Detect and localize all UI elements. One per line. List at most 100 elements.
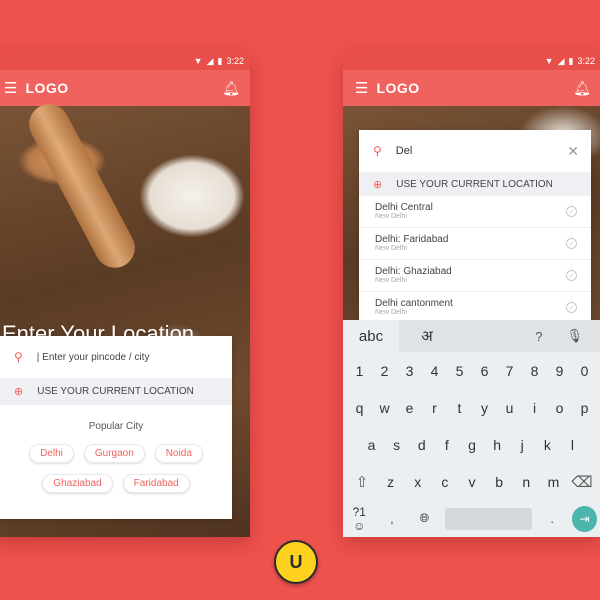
hamburger-icon[interactable]: ☰ <box>4 81 17 96</box>
city-chip-noida[interactable]: Noida <box>154 444 203 463</box>
suggestion-item[interactable]: Delhi: Faridabad New Delhi ✓ <box>359 228 591 260</box>
number-key[interactable]: 5 <box>449 363 471 379</box>
app-bar: ☰ LOGO 🔔︎ <box>0 70 250 106</box>
shift-key-icon[interactable]: ⇧ <box>347 473 377 491</box>
rolling-pin-graphic <box>22 97 142 275</box>
globe-icon[interactable]: 🌐︎ <box>412 511 437 526</box>
letter-key[interactable]: f <box>436 437 458 453</box>
app-bar: ☰ LOGO 🔔︎ <box>343 70 600 106</box>
popular-city-chips: Delhi Gurgaon Noida Ghaziabad Faridabad <box>0 444 232 493</box>
letter-key[interactable]: m <box>542 474 564 490</box>
number-key[interactable]: 2 <box>374 363 396 379</box>
letter-key[interactable]: c <box>434 474 456 490</box>
keyboard-row-bottom: ?1☺ , 🌐︎ . ⇥ <box>343 500 600 537</box>
letter-key[interactable]: e <box>399 400 421 416</box>
enter-key-icon[interactable]: ⇥ <box>572 505 597 532</box>
letter-key[interactable]: a <box>361 437 383 453</box>
status-time: 3:22 <box>226 56 244 66</box>
battery-icon: ▮ <box>568 55 574 66</box>
suggestion-sub: New Delhi <box>375 213 407 221</box>
space-bar[interactable] <box>444 507 532 530</box>
backspace-key-icon[interactable]: ⌫ <box>567 473 597 491</box>
keyboard-row-2: asdfghjkl <box>343 426 600 463</box>
suggestion-item[interactable]: Delhi Central New Delhi ✓ <box>359 196 591 228</box>
search-input[interactable]: ⚲ Del ✕ <box>359 130 591 172</box>
wifi-icon: ▼ <box>193 55 203 66</box>
letter-key[interactable]: l <box>561 437 583 453</box>
suggestion-sub: New Delhi <box>375 245 407 253</box>
suggestion-item[interactable]: Delhi: Ghaziabad New Delhi ✓ <box>359 260 591 292</box>
letter-key[interactable]: s <box>386 437 408 453</box>
signal-icon: ◢ <box>206 55 214 66</box>
popular-city-title: Popular City <box>88 421 144 432</box>
crosshair-icon: ⊕ <box>14 386 24 398</box>
location-input[interactable]: ⚲ | Enter your pincode / city <box>0 336 232 378</box>
bell-icon[interactable]: 🔔︎ <box>222 80 240 97</box>
letter-key[interactable]: j <box>511 437 533 453</box>
crosshair-icon: ⊕ <box>373 178 383 191</box>
app-logo[interactable]: LOGO <box>376 80 573 96</box>
use-current-location-button[interactable]: ⊕ USE YOUR CURRENT LOCATION <box>359 172 591 196</box>
letter-key[interactable]: t <box>449 400 471 416</box>
phone-location-screen: ▼ ◢ ▮ 3:22 ☰ LOGO 🔔︎ Enter Your Location… <box>0 52 250 537</box>
number-key[interactable]: 0 <box>574 363 596 379</box>
map-pin-icon: ⚲ <box>373 144 382 158</box>
letter-key[interactable]: q <box>349 400 371 416</box>
letter-key[interactable]: y <box>474 400 496 416</box>
city-chip-gurgaon[interactable]: Gurgaon <box>83 444 145 463</box>
soft-keyboard: abc अ ? 🎙︎ 1234567890 qwertyuiop asdfghj… <box>343 320 600 537</box>
letter-key[interactable]: x <box>407 474 429 490</box>
use-current-location-label: USE YOUR CURRENT LOCATION <box>37 386 194 397</box>
letter-key[interactable]: i <box>524 400 546 416</box>
city-chip-delhi[interactable]: Delhi <box>29 444 74 463</box>
hamburger-icon[interactable]: ☰ <box>355 81 368 96</box>
symbols-key[interactable]: ?1☺ <box>347 505 372 533</box>
number-key[interactable]: 6 <box>474 363 496 379</box>
check-circle-icon: ✓ <box>566 270 577 281</box>
letter-key[interactable]: d <box>411 437 433 453</box>
number-key[interactable]: 3 <box>399 363 421 379</box>
letter-key[interactable]: n <box>515 474 537 490</box>
number-key[interactable]: 9 <box>549 363 571 379</box>
number-key[interactable]: 1 <box>349 363 371 379</box>
letter-key[interactable]: o <box>549 400 571 416</box>
brand-badge-logo: U <box>274 540 318 584</box>
keyboard-tab-latin[interactable]: abc <box>343 320 399 352</box>
letter-key[interactable]: u <box>499 400 521 416</box>
suggestion-name: Delhi Central <box>375 201 433 213</box>
letter-key[interactable]: z <box>380 474 402 490</box>
microphone-icon[interactable]: 🎙︎ <box>566 328 583 344</box>
keyboard-row-1: qwertyuiop <box>343 389 600 426</box>
letter-key[interactable]: w <box>374 400 396 416</box>
check-circle-icon: ✓ <box>566 206 577 217</box>
bell-icon[interactable]: 🔔︎ <box>573 80 591 97</box>
letter-key[interactable]: v <box>461 474 483 490</box>
comma-key[interactable]: , <box>380 512 405 526</box>
battery-icon: ▮ <box>217 55 223 66</box>
period-key[interactable]: . <box>540 512 565 526</box>
letter-key[interactable]: b <box>488 474 510 490</box>
brand-badge-text: U <box>289 551 303 572</box>
help-icon[interactable]: ? <box>535 329 542 344</box>
keyboard-tab-hindi[interactable]: अ <box>399 320 455 352</box>
phone-search-screen: ▼ ◢ ▮ 3:22 ☰ LOGO 🔔︎ ⚲ Del ✕ ⊕ USE YOUR … <box>343 52 600 537</box>
letter-key[interactable]: g <box>461 437 483 453</box>
letter-key[interactable]: r <box>424 400 446 416</box>
number-key[interactable]: 4 <box>424 363 446 379</box>
city-chip-ghaziabad[interactable]: Ghaziabad <box>42 474 113 493</box>
letter-key[interactable]: p <box>574 400 596 416</box>
suggestion-name: Delhi cantonment <box>375 297 453 309</box>
letter-key[interactable]: h <box>486 437 508 453</box>
number-key[interactable]: 8 <box>524 363 546 379</box>
check-circle-icon: ✓ <box>566 302 577 313</box>
close-icon[interactable]: ✕ <box>567 143 579 160</box>
check-circle-icon: ✓ <box>566 238 577 249</box>
app-logo[interactable]: LOGO <box>25 80 222 96</box>
number-key[interactable]: 7 <box>499 363 521 379</box>
use-current-location-button[interactable]: ⊕ USE YOUR CURRENT LOCATION <box>0 378 232 405</box>
status-bar: ▼ ◢ ▮ 3:22 <box>0 52 250 70</box>
use-current-location-label: USE YOUR CURRENT LOCATION <box>396 178 553 190</box>
city-chip-faridabad[interactable]: Faridabad <box>122 474 190 493</box>
suggestion-name: Delhi: Faridabad <box>375 233 449 245</box>
letter-key[interactable]: k <box>536 437 558 453</box>
